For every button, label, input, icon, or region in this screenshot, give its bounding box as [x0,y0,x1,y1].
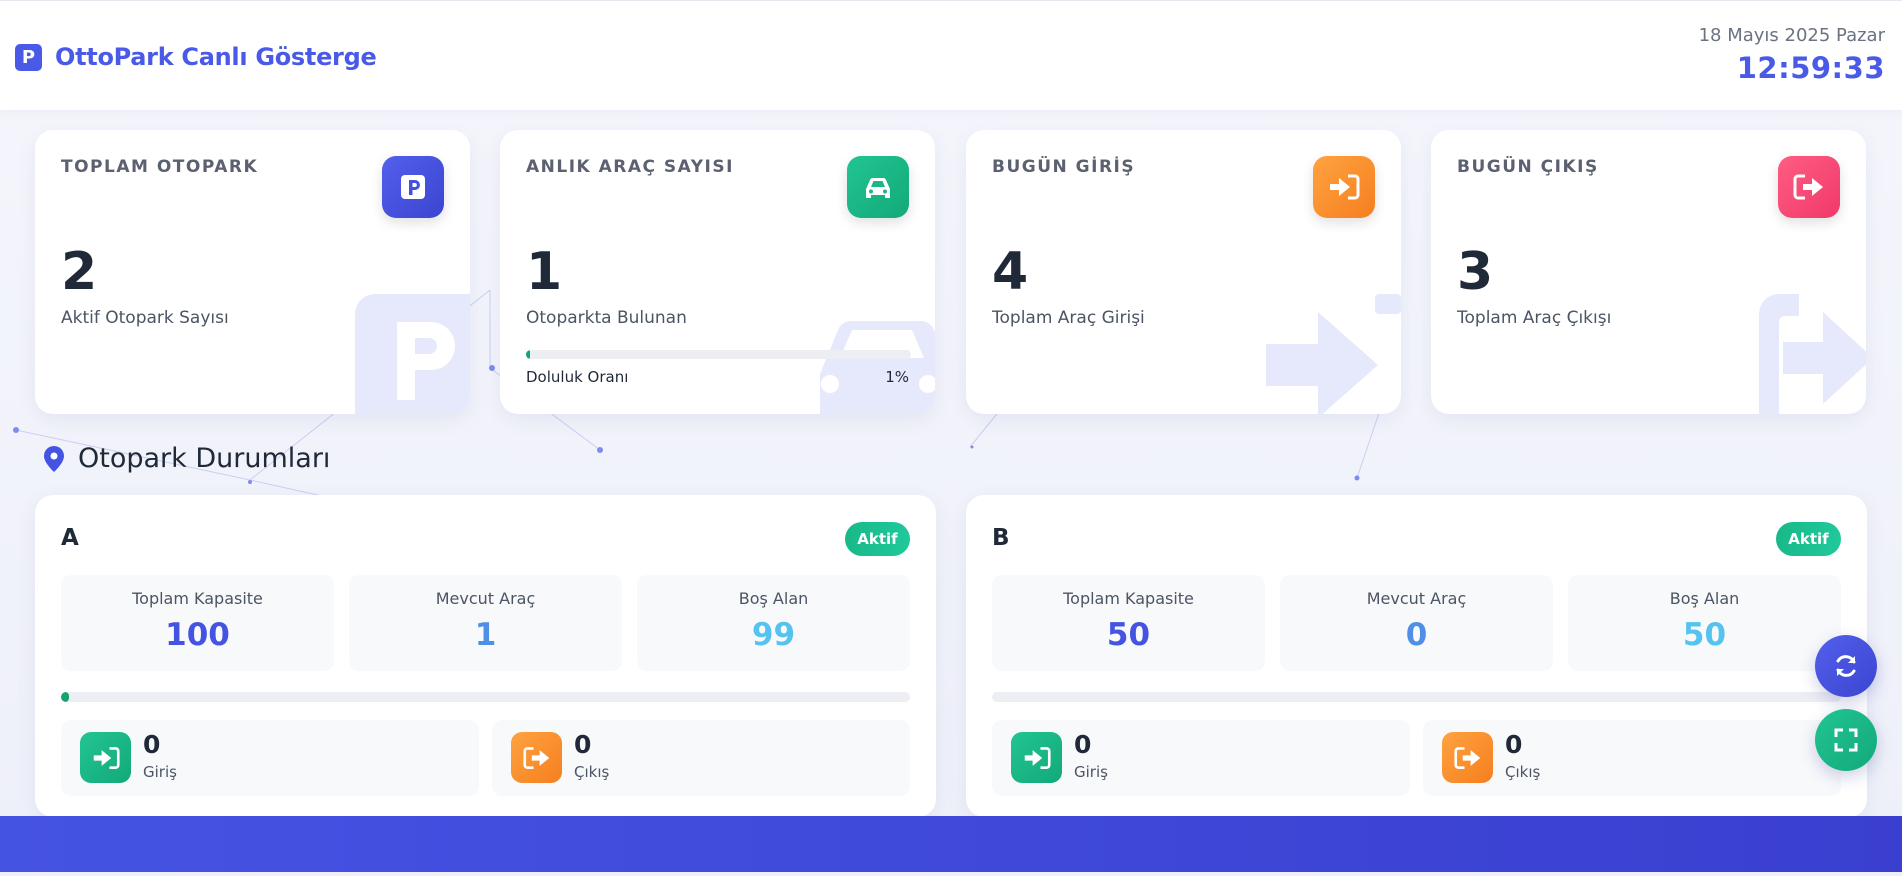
metric-free-space: Boş Alan 99 [637,575,910,671]
refresh-icon [1836,655,1856,677]
stat-label: BUGÜN ÇIKIŞ [1457,157,1599,177]
entries-label: Giriş [1074,763,1108,781]
stat-description: Toplam Araç Girişi [992,308,1145,328]
stat-card-today-exits: BUGÜN ÇIKIŞ 3 Toplam Araç Çıkışı [1431,130,1866,414]
stat-card-today-entries: BUGÜN GİRİŞ 4 Toplam Araç Girişi [966,130,1401,414]
stat-label: BUGÜN GİRİŞ [992,157,1136,177]
parking-logo-icon: P [15,43,42,71]
stat-value: 4 [992,242,1029,302]
metric-value: 0 [1405,617,1428,653]
metric-label: Toplam Kapasite [1063,589,1194,608]
fullscreen-icon [1834,728,1858,752]
lot-name: A [61,525,79,551]
status-badge: Aktif [845,522,910,556]
refresh-button[interactable] [1815,635,1877,697]
stat-description: Aktif Otopark Sayısı [61,308,229,328]
map-marker-icon [44,445,64,472]
stat-card-total-parking: TOPLAM OTOPARK 2 Aktif Otopark Sayısı [35,130,470,414]
metric-value: 1 [474,617,497,653]
car-icon [847,156,909,218]
sign-in-watermark-icon [1266,294,1401,414]
stat-value: 2 [61,242,98,302]
metric-label: Boş Alan [1669,589,1740,608]
exits-value: 0 [1505,730,1523,759]
stat-label: TOPLAM OTOPARK [61,157,259,177]
occupancy-bar-fill [526,350,530,359]
stat-value: 1 [526,242,563,302]
metric-value: 100 [165,617,230,653]
stat-description: Otoparkta Bulunan [526,308,687,328]
exits-box: 0 Çıkış [492,720,910,796]
metric-label: Boş Alan [738,589,809,608]
metric-label: Toplam Kapasite [132,589,263,608]
sign-out-watermark-icon [1759,294,1866,414]
parking-watermark-icon [355,294,470,414]
status-badge: Aktif [1776,522,1841,556]
exits-label: Çıkış [1505,763,1541,781]
metric-value: 50 [1106,617,1151,653]
metric-label: Mevcut Araç [1366,589,1467,608]
entries-label: Giriş [143,763,177,781]
exits-value: 0 [574,730,592,759]
sign-out-icon [511,732,562,783]
entries-box: 0 Giriş [992,720,1410,796]
lot-name: B [992,525,1010,551]
app-title: OttoPark Canlı Gösterge [55,43,377,71]
entries-value: 0 [143,730,161,759]
lot-occupancy-fill [61,692,70,702]
section-title-text: Otopark Durumları [78,443,331,474]
footer-bar [0,816,1902,872]
stat-description: Toplam Araç Çıkışı [1457,308,1612,328]
exits-label: Çıkış [574,763,610,781]
parking-icon [382,156,444,218]
stat-value: 3 [1457,242,1494,302]
sign-in-icon [1313,156,1375,218]
section-title: Otopark Durumları [44,443,330,474]
sign-out-icon [1442,732,1493,783]
lot-card-a: A Aktif Toplam Kapasite 100 Mevcut Araç … [35,495,936,817]
lot-occupancy-bar [992,692,1841,702]
fullscreen-button[interactable] [1815,709,1877,771]
entries-value: 0 [1074,730,1092,759]
metric-total-capacity: Toplam Kapasite 50 [992,575,1265,671]
metric-value: 50 [1682,617,1727,653]
exits-box: 0 Çıkış [1423,720,1841,796]
lot-occupancy-bar [61,692,910,702]
occupancy-bar [526,350,911,359]
metric-current-vehicles: Mevcut Araç 1 [349,575,622,671]
metric-current-vehicles: Mevcut Araç 0 [1280,575,1553,671]
current-time: 12:59:33 [1736,51,1885,85]
metric-value: 99 [751,617,796,653]
occupancy-label: Doluluk Oranı [526,368,629,386]
occupancy-value: 1% [885,368,909,386]
entries-box: 0 Giriş [61,720,479,796]
sign-in-icon [1011,732,1062,783]
sign-out-icon [1778,156,1840,218]
top-header: P OttoPark Canlı Gösterge 18 Mayıs 2025 … [0,0,1902,110]
current-date: 18 Mayıs 2025 Pazar [1698,25,1885,46]
metric-total-capacity: Toplam Kapasite 100 [61,575,334,671]
sign-in-icon [80,732,131,783]
metric-free-space: Boş Alan 50 [1568,575,1841,671]
stat-card-current-vehicles: ANLIK ARAÇ SAYISI 1 Otoparkta Bulunan Do… [500,130,935,414]
metric-label: Mevcut Araç [435,589,536,608]
lot-card-b: B Aktif Toplam Kapasite 50 Mevcut Araç 0… [966,495,1867,817]
brand: P OttoPark Canlı Gösterge [15,43,377,71]
stat-label: ANLIK ARAÇ SAYISI [526,157,734,177]
